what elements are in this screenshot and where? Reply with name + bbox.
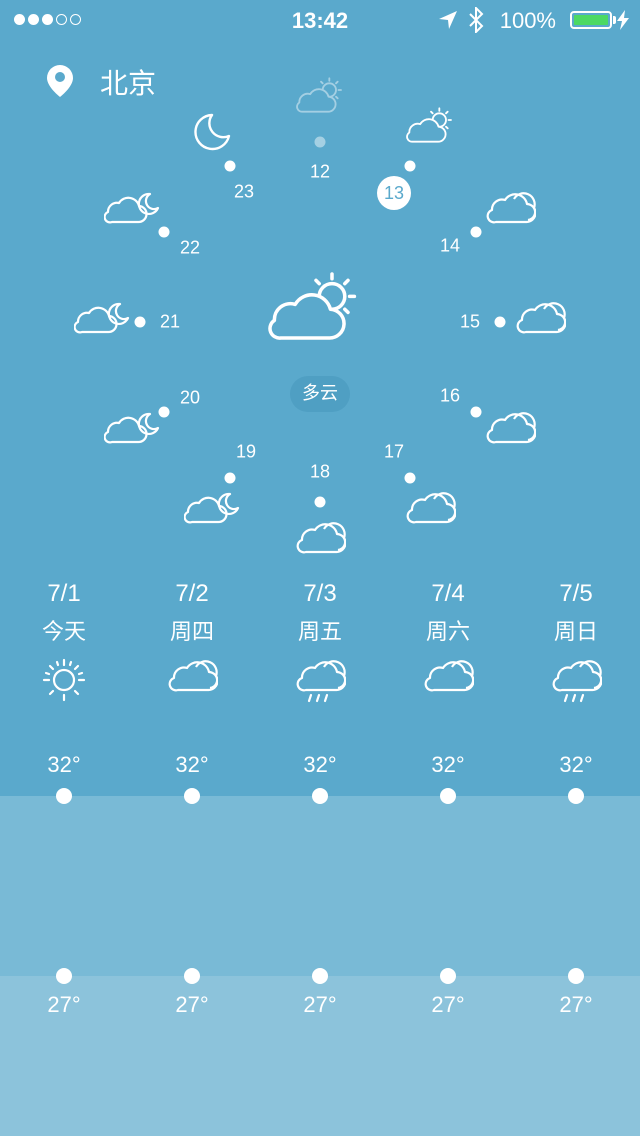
high-temp: 32° [559,752,593,777]
cloud-moon-icon [74,300,130,334]
high-temp-band [0,796,640,976]
low-temp: 27° [303,992,337,1017]
forecast-day[interactable]: 7/4 周六 [398,580,498,692]
cloud-icon [422,658,474,692]
location-arrow-icon [439,11,457,29]
bluetooth-icon [469,7,484,33]
hour-label: 17 [383,441,405,462]
partly-cloudy-sun-icon [406,106,456,144]
hour-label: 22 [179,237,201,258]
forecast-date: 7/1 [47,580,81,607]
forecast-weekday: 周六 [425,620,470,645]
forecast-date: 7/2 [175,580,209,607]
forecast-weekday: 周五 [297,620,342,645]
low-temp-dot [440,968,456,984]
low-temp-dot [312,968,328,984]
battery-icon [570,11,612,29]
hour-dot [314,496,326,508]
partly-cloudy-sun-icon [296,76,346,114]
condition-label: 多云 [290,376,350,412]
forecast-date: 7/4 [431,580,465,607]
rain-cloud-icon [294,658,346,704]
hour-dot [404,472,416,484]
hour-dot [158,406,170,418]
charging-bolt-icon [617,10,629,30]
hour-label: 21 [159,311,181,332]
hour-dot [404,160,416,172]
cloud-icon [166,658,218,692]
city-name[interactable]: 北京 [100,62,156,102]
cloud-icon [294,520,346,554]
cloud-moon-icon [104,410,160,444]
forecast-day[interactable]: 7/1 今天 [14,580,114,702]
high-temp-dot [568,788,584,804]
cloud-moon-icon [184,490,240,524]
hour-dot [470,406,482,418]
rain-cloud-icon [550,658,602,704]
hour-label: 18 [309,461,331,482]
hour-dot [224,160,236,172]
hour-label: 16 [439,385,461,406]
high-temp-dot [184,788,200,804]
hour-label: 12 [309,161,331,182]
forecast-day[interactable]: 7/2 周四 [142,580,242,692]
hour-label: 14 [439,235,461,256]
forecast-date: 7/3 [303,580,337,607]
hour-dot [494,316,506,328]
forecast-day[interactable]: 7/3 周五 [270,580,370,704]
hour-dot [314,136,326,148]
high-temp-dot [312,788,328,804]
battery-percent: 100% [499,8,556,33]
forecast-weekday: 周日 [553,620,598,645]
hour-dot [134,316,146,328]
low-temp-dot [184,968,200,984]
low-temp-dot [56,968,72,984]
cloud-icon [514,300,566,334]
sun-icon [42,658,86,702]
cloud-icon [484,190,536,224]
hour-label: 20 [179,387,201,408]
hour-dot [158,226,170,238]
cloud-icon [484,410,536,444]
current-hour-badge: 13 [377,176,411,210]
cloud-moon-icon [104,190,160,224]
hour-dot [224,472,236,484]
low-temp: 27° [175,992,209,1017]
high-temp: 32° [175,752,209,777]
high-temp-dot [56,788,72,804]
hour-label: 23 [233,181,255,202]
low-temp: 27° [559,992,593,1017]
high-temp: 32° [431,752,465,777]
hour-dot [470,226,482,238]
forecast-weekday: 周四 [169,620,214,645]
moon-icon [192,112,232,152]
cloud-icon [404,490,456,524]
battery-fill [574,15,608,25]
hour-label: 15 [459,311,481,332]
high-temp: 32° [303,752,337,777]
hour-label: 19 [235,441,257,462]
forecast-day[interactable]: 7/5 周日 [526,580,626,704]
low-temp: 27° [47,992,81,1017]
low-temp-dot [568,968,584,984]
partly-cloudy-sun-icon [268,266,364,346]
high-temp-dot [440,788,456,804]
forecast-date: 7/5 [559,580,593,607]
low-temp: 27° [431,992,465,1017]
weather-screen: { "status": { "signal_dots": [true, true… [0,0,640,1136]
forecast-weekday: 今天 [41,620,86,645]
high-temp: 32° [47,752,81,777]
status-bar: 13:42 100% [0,0,640,40]
location-pin-icon[interactable] [46,64,74,98]
